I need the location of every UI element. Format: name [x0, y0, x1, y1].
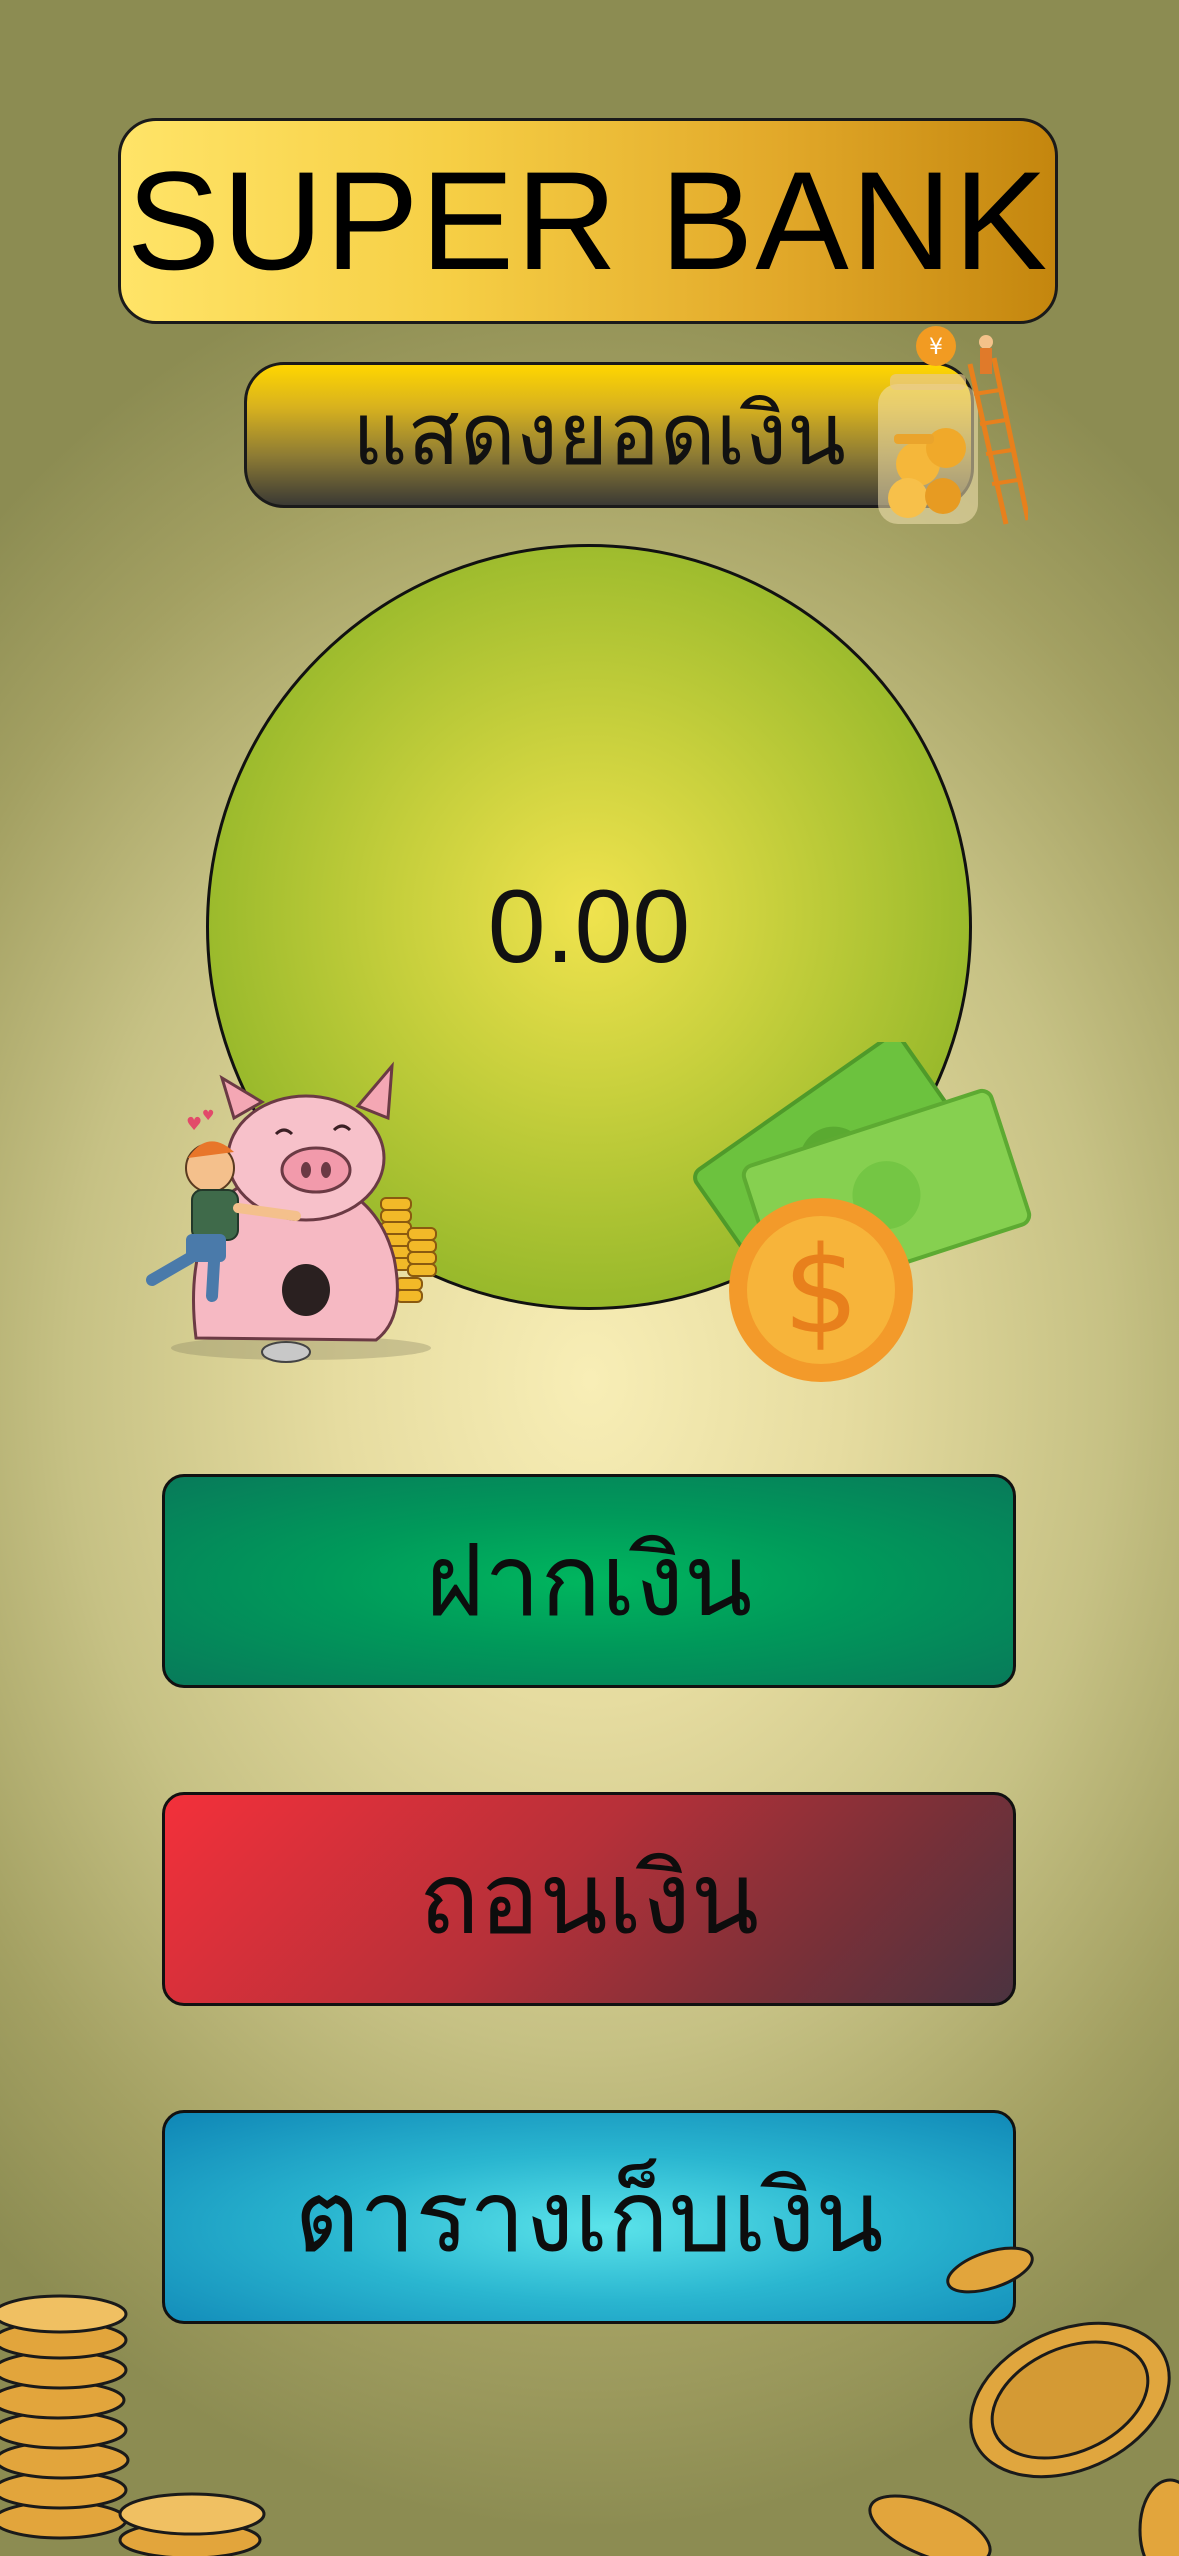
svg-text:♥: ♥ — [202, 1108, 215, 1124]
balance-label-banner: แสดงยอดเงิน — [244, 362, 974, 508]
app-title-banner: SUPER BANK — [118, 118, 1058, 324]
svg-text:¥: ¥ — [929, 335, 943, 360]
money-icon: $ — [693, 1042, 1032, 1382]
balance-value: 0.00 — [487, 869, 691, 985]
withdraw-button-label: ถอนเงิน — [418, 1840, 760, 1957]
svg-text:♥: ♥ — [186, 1114, 202, 1135]
coin-jar-icon: ¥ — [878, 326, 1028, 525]
balance-label: แสดงยอดเงิน — [352, 385, 846, 485]
deposit-button[interactable]: ฝากเงิน — [162, 1474, 1016, 1688]
svg-text:$: $ — [783, 1222, 859, 1361]
piggy-bank-icon: ♥ ♥ — [146, 1061, 437, 1363]
coins-icon — [868, 2246, 1179, 2556]
savings-table-button-label: ตารางเก็บเงิน — [294, 2158, 884, 2275]
coins-icon — [0, 2294, 266, 2556]
withdraw-button[interactable]: ถอนเงิน — [162, 1792, 1016, 2006]
deposit-button-label: ฝากเงิน — [425, 1522, 753, 1639]
app-title: SUPER BANK — [126, 142, 1050, 299]
